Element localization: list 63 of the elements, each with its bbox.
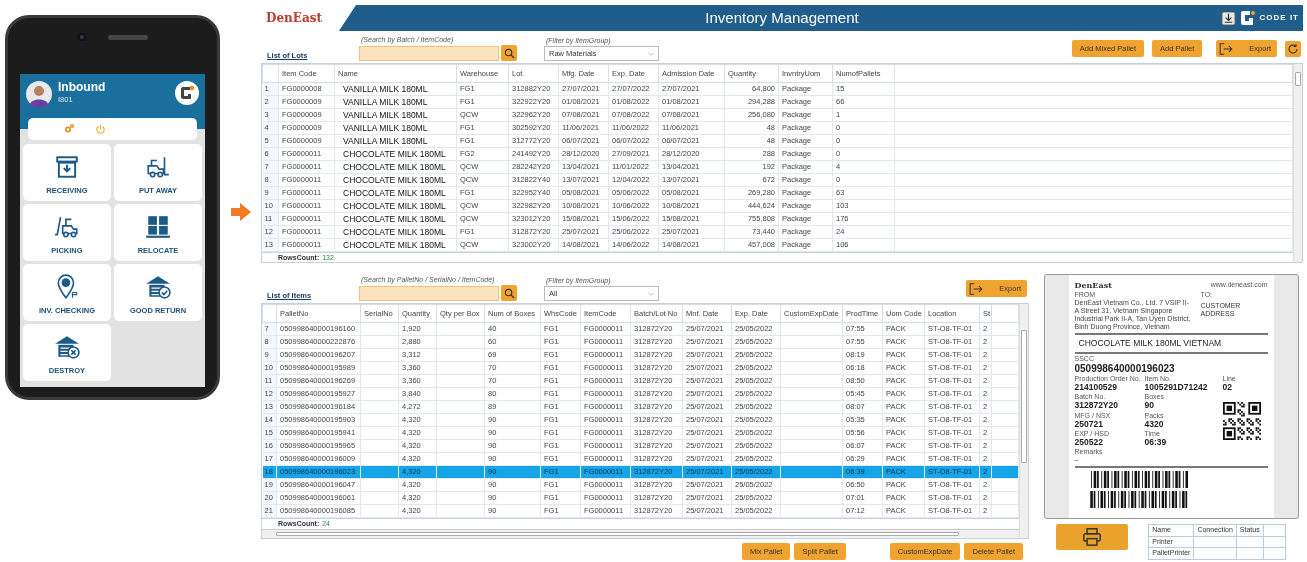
- scrollbar[interactable]: [1293, 64, 1302, 262]
- field-value: 02: [1222, 383, 1233, 393]
- power-icon[interactable]: [95, 123, 106, 135]
- brand-logo: DenEast: [266, 10, 322, 27]
- logo-icon: [175, 81, 199, 105]
- scrollbar-thumb[interactable]: [1021, 330, 1027, 464]
- table-cell: VANILLA MILK 180ML: [334, 121, 457, 135]
- table-cell: VANILLA MILK 180ML: [334, 134, 457, 148]
- warehouse-x-icon: [54, 333, 80, 360]
- field-value: 250522: [1074, 438, 1104, 448]
- caret-icon: [648, 291, 654, 296]
- printer-icon: [1082, 528, 1103, 546]
- speaker-grille: [107, 34, 148, 40]
- arrow-icon: [231, 203, 251, 221]
- app-title: Inventory Management: [705, 7, 859, 28]
- table-cell: CHOCOLATE MILK 180ML: [334, 238, 457, 252]
- table-cell: CHOCOLATE MILK 180ML: [334, 173, 457, 187]
- vendor-name: CODE IT: [1259, 12, 1299, 24]
- avatar-icon: [26, 81, 52, 107]
- scrollbar[interactable]: [262, 529, 1019, 538]
- search-field[interactable]: [359, 285, 499, 301]
- refresh-icon: [1287, 42, 1299, 55]
- field-value: 1005291D71242: [1144, 383, 1209, 393]
- warehouse-check-icon: [145, 273, 171, 300]
- table-cell: CHOCOLATE MILK 180ML: [334, 199, 457, 213]
- field-value: 312872Y20: [1074, 401, 1119, 411]
- table-cell: CHOCOLATE MILK 180ML: [334, 186, 457, 200]
- table-cell: CHOCOLATE MILK 180ML: [334, 147, 457, 161]
- field-value: 06:39: [1144, 438, 1168, 448]
- table-cell: VANILLA MILK 180ML: [334, 108, 457, 122]
- product-name: CHOCOLATE MILK 180ML VIETNAM: [1074, 333, 1268, 354]
- exit-icon: [1219, 42, 1234, 55]
- refresh-button[interactable]: [1285, 40, 1301, 57]
- search-icon: [503, 47, 515, 59]
- settings-icon[interactable]: [63, 123, 75, 135]
- qr-code: [1222, 401, 1261, 440]
- sscc-value: 050998640000196023: [1074, 363, 1176, 375]
- table-cell: CHOCOLATE MILK 180ML: [334, 160, 457, 174]
- download-icon[interactable]: [1220, 10, 1236, 26]
- scrollbar[interactable]: [1019, 304, 1028, 538]
- logo-icon: [1239, 10, 1256, 26]
- table-cell: VANILLA MILK 180ML: [334, 82, 457, 96]
- print-button[interactable]: [1056, 524, 1129, 550]
- scrollbar-thumb[interactable]: [276, 532, 959, 536]
- exit-icon: [969, 282, 984, 295]
- brand-logo: DenEast: [1074, 279, 1112, 291]
- field-value: 214100529: [1074, 383, 1119, 393]
- table-cell: CHOCOLATE MILK 180ML: [334, 212, 457, 226]
- camera-lens: [77, 33, 86, 41]
- field-value: 90: [1144, 401, 1155, 411]
- field-value: 4320: [1144, 419, 1165, 430]
- search-icon: [503, 287, 515, 299]
- field-value: 250721: [1074, 419, 1104, 430]
- search-button[interactable]: [501, 45, 517, 61]
- table-cell: VANILLA MILK 180ML: [334, 95, 457, 109]
- caret-icon: [648, 51, 654, 56]
- app-title: Inbound: [58, 81, 107, 95]
- search-field[interactable]: [359, 45, 499, 61]
- box-icon: [54, 153, 80, 180]
- scrollbar-thumb[interactable]: [1295, 72, 1301, 86]
- search-button[interactable]: [501, 285, 517, 301]
- pallet-boxes-icon: [145, 213, 171, 240]
- table-cell: CHOCOLATE MILK 180ML: [334, 225, 457, 239]
